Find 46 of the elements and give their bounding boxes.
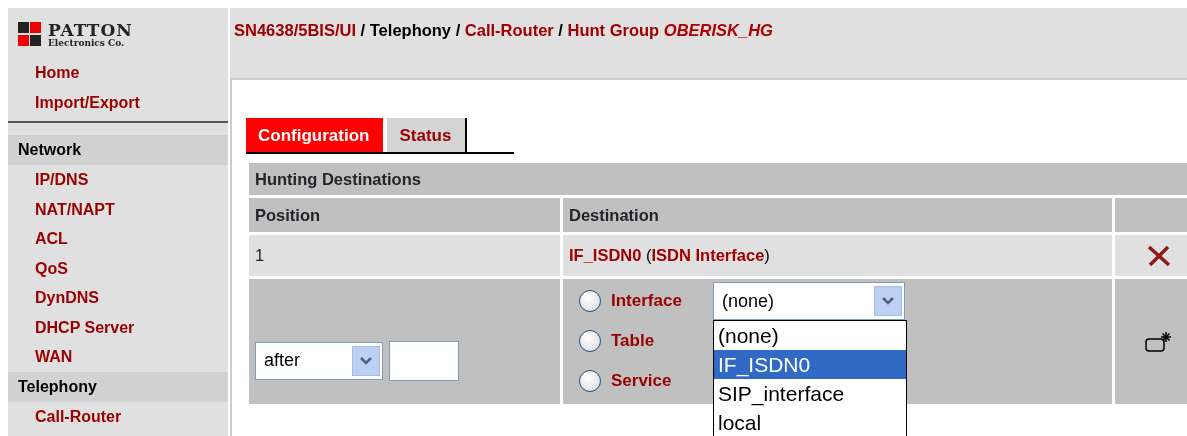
radio-label: Table [611, 330, 656, 353]
dropdown-option[interactable]: (none) [714, 321, 906, 350]
breadcrumb-link[interactable]: SN4638/5BIS/UI [234, 21, 356, 39]
breadcrumb-link[interactable]: Call-Router [464, 21, 554, 39]
table-cell-text: 1 [254, 245, 266, 267]
breadcrumb-link[interactable]: Hunt Group [567, 21, 660, 39]
radio-button[interactable] [579, 330, 601, 352]
radio-label: Service [611, 370, 673, 393]
breadcrumb-item: OBERISK_HG [663, 21, 773, 39]
delete-icon[interactable] [1147, 244, 1171, 269]
sidebar-link[interactable]: QoS [8, 253, 228, 283]
dropdown-option[interactable]: SIP_interface [714, 379, 906, 408]
sidebar-section-title: Telephony [8, 371, 228, 402]
caret-icon [359, 355, 373, 366]
logo-text: PATTON [48, 22, 133, 39]
column-header: Position [254, 204, 322, 226]
breadcrumb-item: Telephony [369, 21, 452, 39]
tab[interactable]: Status [387, 118, 468, 152]
tab[interactable]: Configuration [246, 118, 384, 152]
radio-button[interactable] [579, 370, 601, 392]
radio-label: Interface [611, 290, 683, 313]
table-title: Hunting Destinations [249, 163, 1187, 195]
breadcrumb-separator: / [360, 21, 366, 39]
sidebar-link[interactable]: WAN [8, 342, 228, 372]
caret-icon [881, 296, 895, 306]
interface-select[interactable]: (none) [713, 282, 905, 320]
position-input[interactable] [389, 340, 459, 381]
sidebar-section-title: Network [8, 135, 228, 165]
sidebar-link[interactable]: DHCP Server [8, 312, 228, 342]
column-header: Destination [568, 204, 660, 226]
dropdown-option[interactable]: IF_ISDN0 [714, 350, 906, 379]
logo-icon [18, 21, 44, 49]
logo-subtitle: Electronics Co. [48, 39, 126, 48]
sidebar-link[interactable]: Home [8, 58, 228, 88]
sidebar-link[interactable]: DynDNS [8, 283, 228, 313]
radio-button[interactable] [579, 290, 601, 312]
sidebar-link[interactable]: Call-Router [8, 401, 228, 431]
position-select[interactable]: after [255, 341, 383, 380]
dropdown-option[interactable]: local [714, 408, 906, 436]
sidebar-link[interactable]: ACL [8, 224, 228, 254]
breadcrumb-separator: / [558, 21, 563, 39]
destination-text: IF_ISDN0 (ISDN Interface) [569, 246, 770, 265]
breadcrumb-separator: / [455, 21, 461, 39]
sidebar-link[interactable]: IP/DNS [8, 165, 228, 195]
sidebar-link[interactable]: NAT/NAPT [8, 194, 228, 224]
sidebar-link[interactable]: Import/Export [8, 88, 228, 118]
